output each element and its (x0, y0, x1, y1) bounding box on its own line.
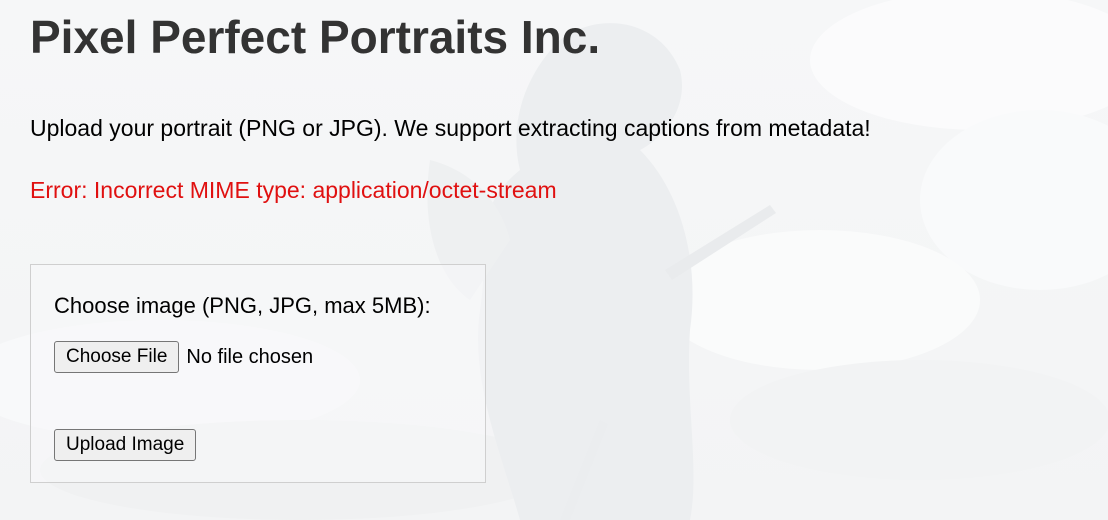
upload-form: Choose image (PNG, JPG, max 5MB): Choose… (30, 264, 486, 483)
upload-image-button[interactable]: Upload Image (54, 429, 197, 461)
choose-file-button[interactable]: Choose File (54, 341, 180, 373)
error-message: Error: Incorrect MIME type: application/… (30, 177, 557, 203)
file-status-text: No file chosen (186, 345, 314, 368)
intro-text: Upload your portrait (PNG or JPG). We su… (30, 115, 871, 141)
file-input-label: Choose image (PNG, JPG, max 5MB): (54, 293, 431, 318)
file-input[interactable]: Choose File No file chosen (54, 341, 313, 373)
page-title: Pixel Perfect Portraits Inc. (30, 11, 601, 63)
